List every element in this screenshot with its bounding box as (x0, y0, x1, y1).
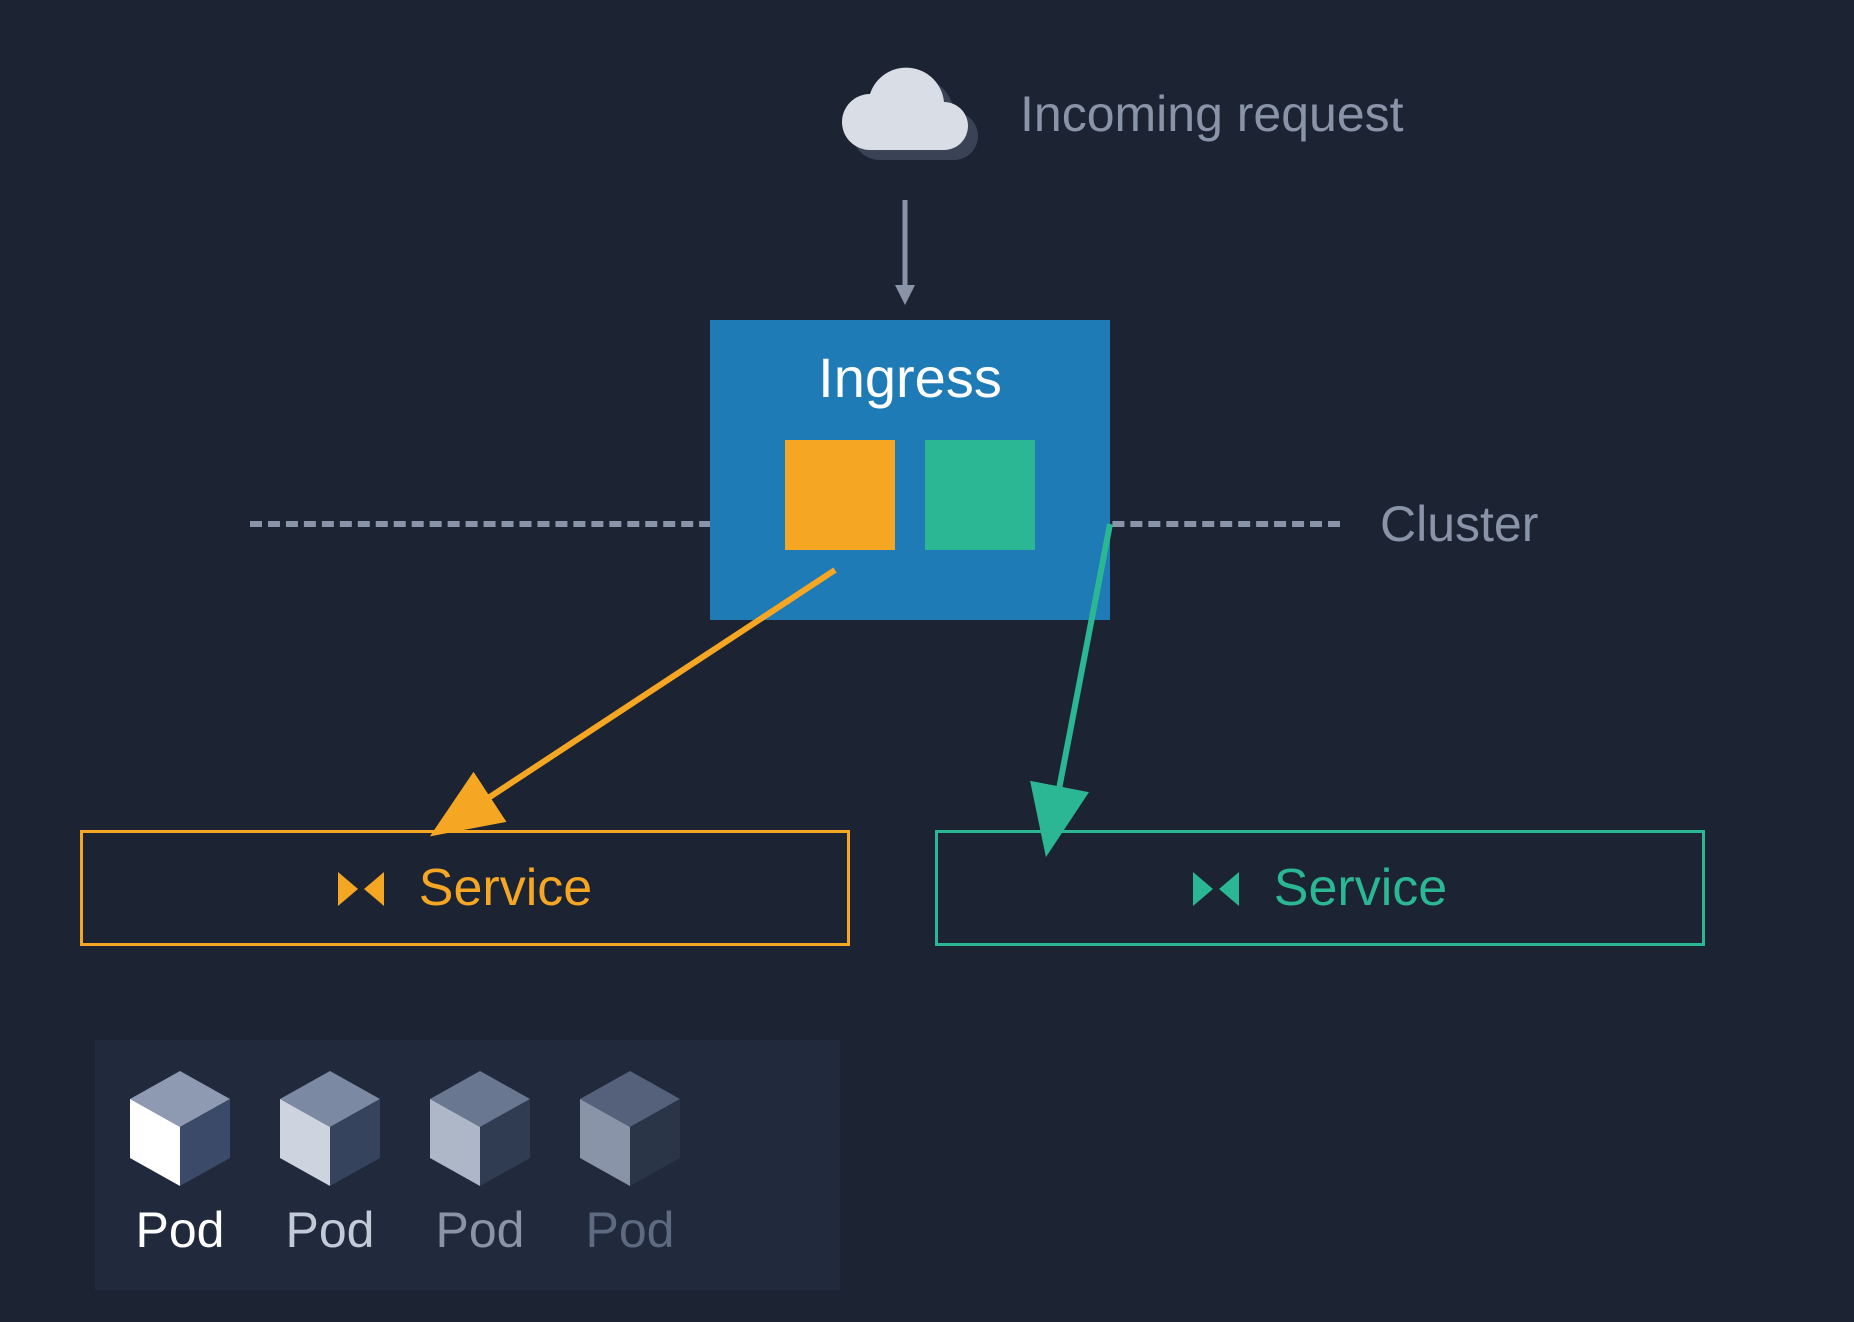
service-orange-label: Service (419, 858, 592, 918)
pod-label: Pod (436, 1201, 525, 1259)
service-kube-icon (338, 865, 384, 911)
cube-icon (580, 1071, 680, 1186)
pod-item: Pod (430, 1071, 530, 1259)
pod-item: Pod (280, 1071, 380, 1259)
pod-label: Pod (136, 1201, 225, 1259)
cube-icon (280, 1071, 380, 1186)
pod-label: Pod (286, 1201, 375, 1259)
pod-item: Pod (130, 1071, 230, 1259)
pod-item: Pod (580, 1071, 680, 1259)
arrow-to-service-orange (470, 570, 835, 810)
cube-icon (130, 1071, 230, 1186)
arrow-to-service-green (1055, 524, 1110, 810)
pod-label: Pod (586, 1201, 675, 1259)
diagram-canvas: Incoming request Cluster Ingress (0, 0, 1854, 1322)
service-kube-icon (1193, 865, 1239, 911)
service-green-box: Service (935, 830, 1705, 946)
service-orange-box: Service (80, 830, 850, 946)
pods-panel: Pod Pod Pod Pod (95, 1040, 840, 1290)
cube-icon (430, 1071, 530, 1186)
service-green-label: Service (1274, 858, 1447, 918)
